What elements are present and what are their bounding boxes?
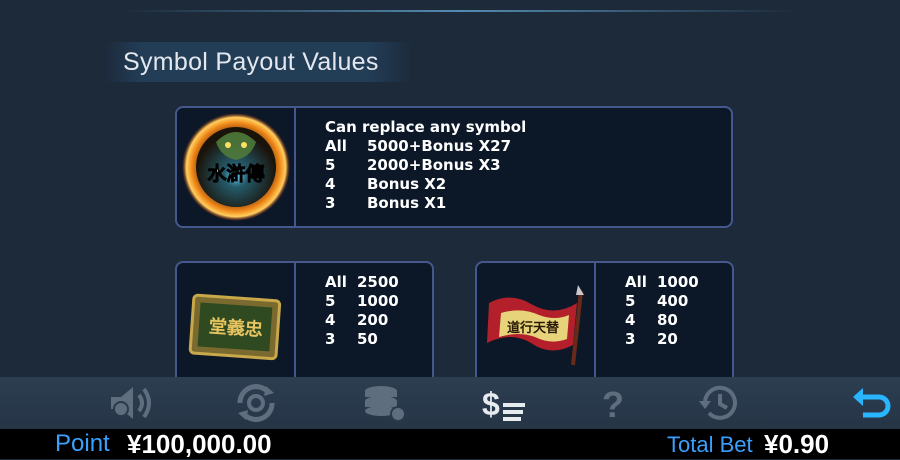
total-bet-value: ¥0.90 [764,429,830,459]
sound-icon[interactable] [106,383,156,423]
payout-row: All 5000+Bonus X27 [325,137,512,155]
wild-description: Can replace any symbol [325,118,527,136]
plaque-payout-info: All 2500 5 1000 4 200 3 50 [325,273,399,349]
total-bet-label: Total Bet [667,432,753,457]
payout-row: 4 80 [625,311,678,329]
svg-text:水滸傳: 水滸傳 [207,162,264,185]
payout-row: 4 Bonus X2 [325,175,447,193]
svg-text:?: ? [602,384,624,423]
symbol-card-flag: 道行天替 All 1000 5 400 4 80 3 20 [475,261,734,391]
plaque-symbol-image: 堂義忠 [177,263,296,389]
payout-row: All 1000 [625,273,699,291]
payout-row: 5 1000 [325,292,399,310]
point-balance: ¥100,000.00 [127,429,272,459]
page-title: Symbol Payout Values [104,42,414,82]
symbol-card-plaque: 堂義忠 All 2500 5 1000 4 200 3 50 [175,261,434,391]
dragon-emblem-icon: 水滸傳 [181,113,290,221]
wild-symbol-image: 水滸傳 [177,108,296,226]
payout-row: 5 2000+Bonus X3 [325,156,501,174]
point-label: Point [55,430,110,457]
payout-row: 3 50 [325,330,378,348]
bet-chips-icon[interactable] [358,383,408,423]
payout-row: 3 20 [625,330,678,348]
symbol-card-wild: 水滸傳 Can replace any symbol All 5000+Bonus… [175,106,733,228]
payout-row: All 2500 [325,273,399,291]
autoplay-icon[interactable] [231,383,281,423]
help-icon[interactable]: ? [588,383,638,423]
payout-row: 5 400 [625,292,689,310]
status-bar: Point ¥100,000.00 Total Bet ¥0.90 [0,429,900,459]
svg-text:道行天替: 道行天替 [506,320,559,336]
banner-flag-icon: 道行天替 [486,285,584,366]
payout-row: 4 200 [325,311,389,329]
paytable-icon[interactable]: $ [479,383,529,423]
svg-text:$: $ [482,386,500,422]
wild-payout-info: Can replace any symbol All 5000+Bonus X27… [325,118,526,213]
back-icon[interactable] [848,383,898,423]
svg-text:堂義忠: 堂義忠 [208,315,263,341]
plaque-icon: 堂義忠 [188,293,281,361]
history-icon[interactable] [694,383,744,423]
payout-row: 3 Bonus X1 [325,194,447,212]
bottom-toolbar: $ ? [0,377,900,429]
flag-payout-info: All 1000 5 400 4 80 3 20 [625,273,699,349]
top-divider [120,10,800,12]
flag-symbol-image: 道行天替 [477,263,596,389]
